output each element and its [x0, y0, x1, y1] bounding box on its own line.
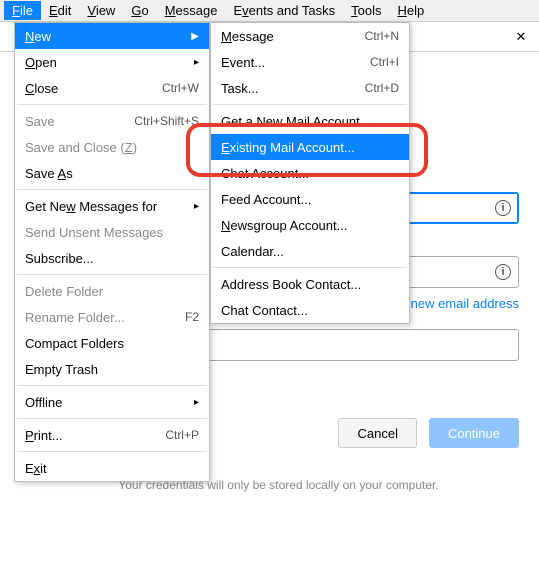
- chevron-right-icon: ▸: [194, 397, 199, 408]
- file-menu-exit[interactable]: Exit: [15, 455, 209, 481]
- file-menu-rename-folder: Rename Folder... F2: [15, 304, 209, 330]
- menubar-help[interactable]: Help: [389, 1, 432, 20]
- chevron-right-icon: ▸: [194, 57, 199, 68]
- tab-close-button[interactable]: ✕: [509, 26, 533, 48]
- file-menu-send-unsent: Send Unsent Messages: [15, 219, 209, 245]
- close-icon: ✕: [516, 29, 527, 45]
- file-menu-save-close: Save and Close (Z): [15, 134, 209, 160]
- file-menu-get-new-messages[interactable]: Get New Messages for ▸: [15, 193, 209, 219]
- file-menu-close[interactable]: Close Ctrl+W: [15, 75, 209, 101]
- submenu-chat-account[interactable]: Chat Account...: [211, 160, 409, 186]
- submenu-existing-mail-account[interactable]: Existing Mail Account...: [211, 134, 409, 160]
- chevron-right-icon: ▸: [194, 168, 199, 179]
- chevron-right-icon: ▸: [194, 201, 199, 212]
- chevron-right-icon: ▶: [191, 31, 199, 42]
- submenu-calendar[interactable]: Calendar...: [211, 238, 409, 264]
- info-icon[interactable]: i: [495, 264, 511, 280]
- submenu-get-new-mail-account[interactable]: Get a New Mail Account...: [211, 108, 409, 134]
- submenu-chat-contact[interactable]: Chat Contact...: [211, 297, 409, 323]
- menubar-go[interactable]: Go: [123, 1, 156, 20]
- file-menu-open[interactable]: Open ▸: [15, 49, 209, 75]
- menubar-view[interactable]: View: [79, 1, 123, 20]
- file-menu: New ▶ Open ▸ Close Ctrl+W Save Ctrl+Shif…: [14, 22, 210, 482]
- submenu-event[interactable]: Event... Ctrl+I: [211, 49, 409, 75]
- file-menu-new[interactable]: New ▶: [15, 23, 209, 49]
- submenu-newsgroup-account[interactable]: Newsgroup Account...: [211, 212, 409, 238]
- file-menu-offline[interactable]: Offline ▸: [15, 389, 209, 415]
- file-menu-subscribe[interactable]: Subscribe...: [15, 245, 209, 271]
- cancel-button[interactable]: Cancel: [338, 418, 416, 448]
- menubar: File Edit View Go Message Events and Tas…: [0, 0, 539, 22]
- info-icon[interactable]: i: [495, 200, 511, 216]
- file-menu-delete-folder: Delete Folder: [15, 278, 209, 304]
- menubar-tools[interactable]: Tools: [343, 1, 389, 20]
- file-menu-save: Save Ctrl+Shift+S: [15, 108, 209, 134]
- submenu-task[interactable]: Task... Ctrl+D: [211, 75, 409, 101]
- menubar-file[interactable]: File: [4, 1, 41, 20]
- menubar-edit[interactable]: Edit: [41, 1, 79, 20]
- submenu-address-book-contact[interactable]: Address Book Contact...: [211, 271, 409, 297]
- continue-button[interactable]: Continue: [429, 418, 519, 448]
- submenu-message[interactable]: Message Ctrl+N: [211, 23, 409, 49]
- file-menu-save-as[interactable]: Save As ▸: [15, 160, 209, 186]
- submenu-feed-account[interactable]: Feed Account...: [211, 186, 409, 212]
- menubar-message[interactable]: Message: [157, 1, 226, 20]
- new-submenu: Message Ctrl+N Event... Ctrl+I Task... C…: [210, 22, 410, 324]
- menubar-events-tasks[interactable]: Events and Tasks: [225, 1, 343, 20]
- file-menu-print[interactable]: Print... Ctrl+P: [15, 422, 209, 448]
- file-menu-compact[interactable]: Compact Folders: [15, 330, 209, 356]
- file-menu-empty-trash[interactable]: Empty Trash: [15, 356, 209, 382]
